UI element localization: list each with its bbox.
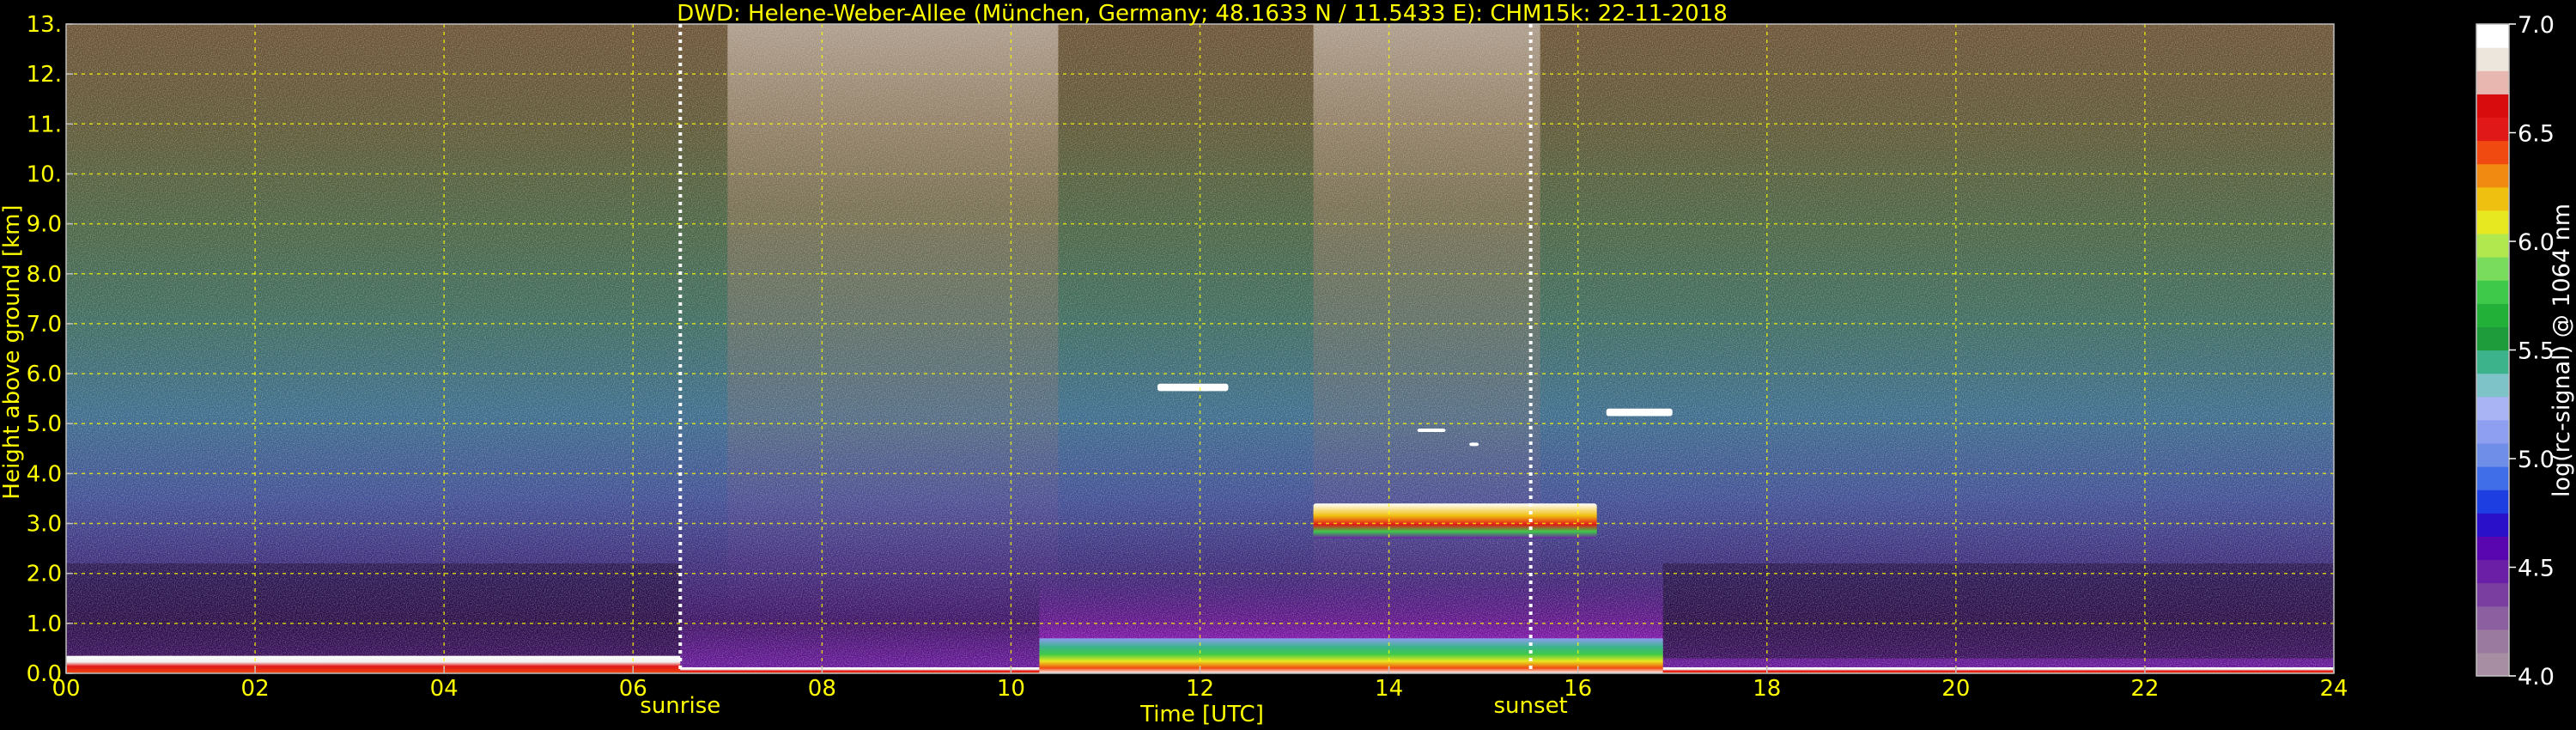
x-tick-label: 24 bbox=[2319, 676, 2348, 702]
boundary-layer-segment bbox=[1662, 667, 2334, 673]
colorbar-segment bbox=[2476, 140, 2509, 165]
y-tick-label: 13. bbox=[27, 12, 62, 38]
colorbar-segment bbox=[2476, 70, 2509, 94]
colorbar-segment bbox=[2476, 257, 2509, 281]
y-axis-label: Height above ground [km] bbox=[0, 204, 25, 499]
colorbar-segment bbox=[2476, 373, 2509, 398]
colorbar-segment bbox=[2476, 326, 2509, 351]
colorbar-segment bbox=[2476, 442, 2509, 467]
y-tick-label: 3.0 bbox=[27, 512, 62, 538]
colorbar-tick-label: 7.0 bbox=[2518, 12, 2555, 39]
colorbar-segment bbox=[2476, 47, 2509, 71]
x-tick-label: 02 bbox=[241, 676, 270, 702]
ceilometer-figure: sunrise sunset DWD: Helene-Weber-Allee (M… bbox=[0, 1, 2575, 727]
colorbar-segment bbox=[2476, 117, 2509, 142]
cloud-feature bbox=[1417, 429, 1446, 433]
colorbar-segment bbox=[2476, 605, 2509, 630]
colorbar-segment bbox=[2476, 559, 2509, 584]
colorbar-segment bbox=[2476, 513, 2509, 537]
colorbar-segment bbox=[2476, 233, 2509, 258]
y-tick-label: 10. bbox=[27, 161, 62, 187]
x-tick-label: 08 bbox=[808, 676, 836, 702]
cloud-feature bbox=[1606, 408, 1673, 417]
boundary-layer-segment bbox=[1039, 638, 1663, 673]
marker-label-sunrise: sunrise bbox=[640, 693, 720, 719]
y-tick-label: 4.0 bbox=[27, 461, 62, 487]
colorbar-tick-label: 4.5 bbox=[2518, 556, 2555, 582]
y-tick-label: 2.0 bbox=[27, 562, 62, 587]
marker-label-sunset: sunset bbox=[1494, 693, 1568, 719]
colorbar-segment bbox=[2476, 163, 2509, 188]
cloud-feature bbox=[1157, 383, 1229, 392]
y-tick-label: 0.0 bbox=[27, 661, 62, 687]
y-tick-label: 9.0 bbox=[27, 212, 62, 238]
colorbar-segment bbox=[2476, 629, 2509, 654]
colorbar-label: log(rc-signal) @ 1064 nm bbox=[2549, 204, 2575, 497]
colorbar-tick-label: 6.5 bbox=[2518, 121, 2555, 148]
x-tick-label: 10 bbox=[997, 676, 1025, 702]
x-tick-label: 06 bbox=[619, 676, 647, 702]
boundary-layer-segment bbox=[680, 667, 1040, 673]
x-tick-label: 12 bbox=[1186, 676, 1214, 702]
x-tick-label: 22 bbox=[2130, 676, 2159, 702]
x-tick-label: 14 bbox=[1375, 676, 1403, 702]
colorbar-segment bbox=[2476, 466, 2509, 490]
x-tick-label: 18 bbox=[1753, 676, 1781, 702]
colorbar-segment bbox=[2476, 419, 2509, 444]
y-tick-label: 12. bbox=[27, 62, 62, 88]
cloud-feature bbox=[1313, 503, 1597, 538]
colorbar: 4.04.55.05.56.06.57.0 bbox=[2476, 12, 2555, 690]
colorbar-segment bbox=[2476, 210, 2509, 234]
colorbar-segment bbox=[2476, 94, 2509, 119]
colorbar-segment bbox=[2476, 350, 2509, 374]
cloud-feature bbox=[1469, 442, 1479, 447]
colorbar-segment bbox=[2476, 186, 2509, 211]
colorbar-segment bbox=[2476, 396, 2509, 421]
chart-title: DWD: Helene-Weber-Allee (München, German… bbox=[677, 1, 1728, 27]
x-tick-label: 20 bbox=[1941, 676, 1970, 702]
colorbar-segment bbox=[2476, 536, 2509, 561]
y-tick-label: 7.0 bbox=[27, 312, 62, 338]
colorbar-segment bbox=[2476, 582, 2509, 607]
boundary-layer-segment bbox=[66, 655, 681, 673]
colorbar-tick-label: 4.0 bbox=[2518, 664, 2555, 690]
colorbar-segment bbox=[2476, 490, 2509, 514]
colorbar-segment bbox=[2476, 24, 2509, 48]
colorbar-segment bbox=[2476, 303, 2509, 327]
colorbar-segment bbox=[2476, 652, 2509, 677]
y-tick-label: 11. bbox=[27, 112, 62, 137]
y-tick-label: 6.0 bbox=[27, 362, 62, 387]
y-tick-label: 5.0 bbox=[27, 411, 62, 437]
y-tick-label: 8.0 bbox=[27, 262, 62, 288]
colorbar-segment bbox=[2476, 280, 2509, 304]
x-axis-label: Time [UTC] bbox=[1139, 702, 1264, 727]
x-tick-label: 16 bbox=[1564, 676, 1592, 702]
y-tick-label: 1.0 bbox=[27, 611, 62, 637]
x-tick-label: 04 bbox=[430, 676, 459, 702]
